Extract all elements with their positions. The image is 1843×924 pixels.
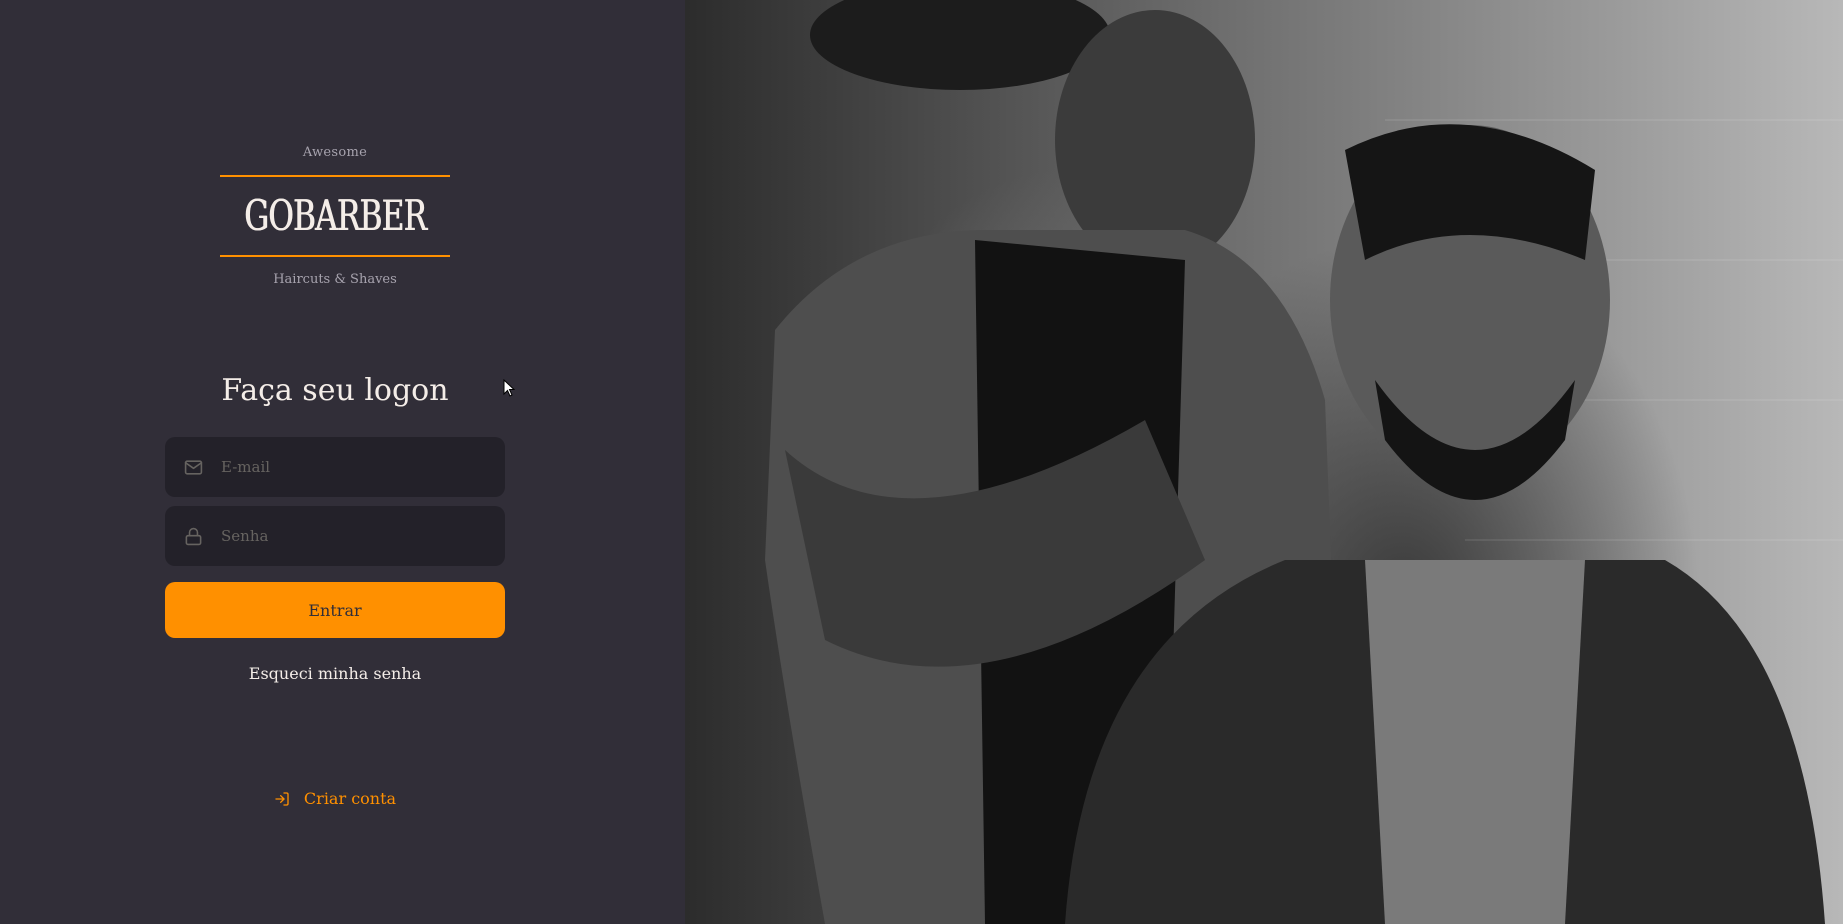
- mail-icon: [183, 457, 203, 477]
- forgot-password-link[interactable]: Esqueci minha senha: [249, 664, 421, 684]
- gobarber-logo: Awesome GOBARBER Haircuts & Shaves: [220, 144, 450, 289]
- background-image: [685, 0, 1843, 924]
- password-input[interactable]: [219, 526, 493, 546]
- lock-icon: [183, 526, 203, 546]
- logo-top-text: Awesome: [302, 145, 368, 160]
- login-submit-button[interactable]: Entrar: [165, 582, 505, 638]
- barber-photo-icon: [765, 0, 1843, 924]
- create-account-label: Criar conta: [303, 789, 397, 808]
- login-content: Awesome GOBARBER Haircuts & Shaves Faça …: [165, 0, 505, 809]
- logo-bottom-text: Haircuts & Shaves: [273, 272, 397, 287]
- logo-main: GOBARBER: [220, 177, 450, 255]
- logo-brand-text: GOBARBER: [244, 191, 427, 240]
- form-title: Faça seu logon: [221, 373, 449, 408]
- mouse-cursor-icon: [503, 378, 516, 401]
- login-page: Awesome GOBARBER Haircuts & Shaves Faça …: [0, 0, 1843, 924]
- email-input[interactable]: [219, 457, 493, 477]
- password-field[interactable]: [165, 506, 505, 566]
- create-account-link[interactable]: Criar conta: [274, 789, 396, 809]
- email-field[interactable]: [165, 437, 505, 497]
- login-panel: Awesome GOBARBER Haircuts & Shaves Faça …: [0, 0, 685, 924]
- log-in-icon: [274, 791, 290, 807]
- logo-bottom-divider: [220, 255, 450, 257]
